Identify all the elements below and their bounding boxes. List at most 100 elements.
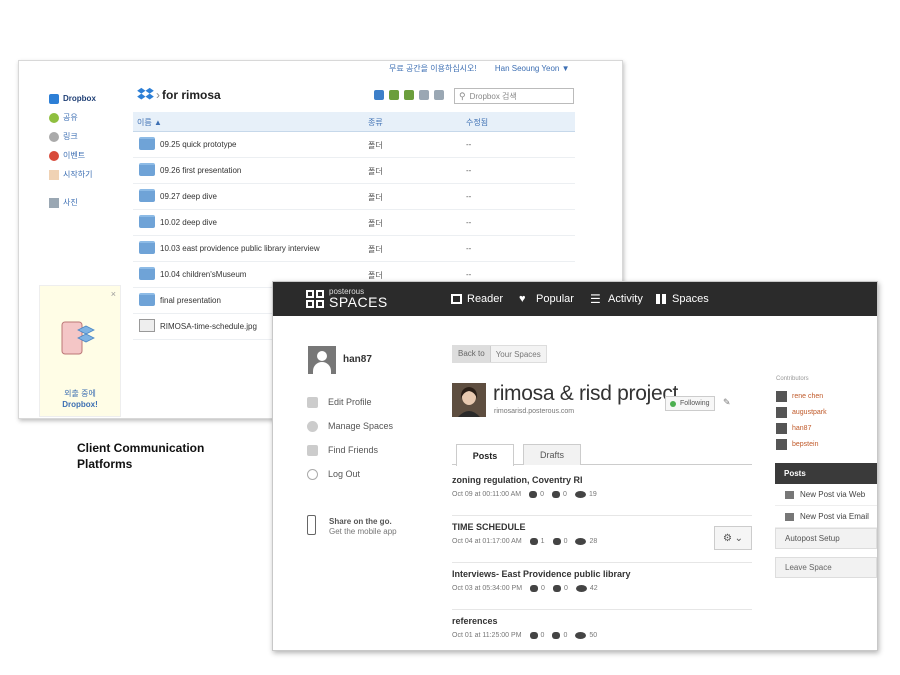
post-title[interactable]: references [452, 616, 498, 626]
edit-profile-link[interactable]: Edit Profile [307, 390, 393, 414]
promo-link[interactable]: 무료 공간을 이용하십시오! [389, 64, 477, 73]
sidebar-item-get-started[interactable]: 시작하기 [49, 165, 139, 184]
table-row[interactable]: 10.03 east providence public library int… [133, 236, 575, 262]
menu-label: Edit Profile [328, 397, 372, 407]
new-post-web-link[interactable]: New Post via Web [775, 484, 877, 506]
table-row[interactable]: 09.27 deep dive 폴더 -- [133, 184, 575, 210]
file-table-header: 이름 ▲ 종류 수정됨 [133, 112, 575, 132]
avatar[interactable] [308, 346, 336, 374]
contributor-item[interactable]: han87 [776, 420, 827, 436]
search-placeholder: Dropbox 검색 [469, 91, 517, 101]
edit-pencil-icon[interactable]: ✎ [723, 397, 731, 408]
leave-space-button[interactable]: Leave Space [775, 557, 877, 578]
list-item[interactable]: TIME SCHEDULE Oct 04 at 01:17:00 AM 1 0 … [452, 516, 752, 563]
list-item[interactable]: references Oct 01 at 11:25:00 PM 0 0 50 [452, 610, 752, 650]
upload-icon[interactable] [374, 90, 384, 100]
post-date: Oct 04 at 01:17:00 AM [452, 538, 522, 545]
eye-icon [575, 585, 587, 592]
tab-posts[interactable]: Posts [456, 444, 514, 466]
nav-reader[interactable]: Reader [451, 293, 503, 305]
table-row[interactable]: 09.26 first presentation 폴더 -- [133, 158, 575, 184]
file-name[interactable]: 10.02 deep dive [160, 218, 217, 227]
contributors-list: rene chen augustpark han87 bepstein [776, 388, 827, 452]
sidebar-item-share[interactable]: 공유 [49, 108, 139, 127]
table-row[interactable]: 09.25 quick prototype 폴더 -- [133, 132, 575, 158]
get-link-icon[interactable] [419, 90, 429, 100]
get-started-icon [49, 169, 59, 180]
comment-count: 0 [541, 585, 545, 592]
column-name[interactable]: 이름 ▲ [137, 117, 162, 128]
avatar [776, 422, 787, 434]
folder-icon [139, 137, 155, 150]
file-name[interactable]: final presentation [160, 296, 221, 305]
deleted-files-icon[interactable] [434, 90, 444, 100]
file-modified: -- [466, 218, 472, 227]
contributor-item[interactable]: rene chen [776, 388, 827, 404]
tab-drafts[interactable]: Drafts [523, 444, 581, 465]
back-target: Your Spaces [495, 349, 541, 359]
contributor-item[interactable]: augustpark [776, 404, 827, 420]
sidebar-item-links[interactable]: 링크 [49, 127, 139, 146]
column-modified[interactable]: 수정됨 [466, 117, 488, 128]
new-post-email-link[interactable]: New Post via Email [775, 506, 877, 528]
post-title[interactable]: zoning regulation, Coventry RI [452, 475, 583, 485]
following-button[interactable]: Following [665, 396, 715, 411]
post-title[interactable]: TIME SCHEDULE [452, 522, 526, 532]
sidebar-item-events[interactable]: 이벤트 [49, 146, 139, 165]
list-item[interactable]: zoning regulation, Coventry RI Oct 09 at… [452, 469, 752, 516]
autopost-setup-button[interactable]: Autopost Setup [775, 528, 877, 549]
menu-label: Log Out [328, 469, 361, 479]
contributors-label: Contributors [776, 376, 809, 382]
file-name[interactable]: 09.27 deep dive [160, 192, 217, 201]
column-kind[interactable]: 종류 [368, 117, 383, 128]
nav-activity[interactable]: ☰ Activity [590, 293, 643, 305]
breadcrumb-current[interactable]: for rimosa [162, 88, 221, 102]
file-name[interactable]: 09.25 quick prototype [160, 140, 237, 149]
nav-popular[interactable]: ♥ Popular [519, 293, 574, 305]
file-name[interactable]: RIMOSA-time-schedule.jpg [160, 322, 257, 331]
heart-icon: ♥ [519, 293, 526, 305]
list-icon: ☰ [590, 292, 601, 306]
folder-icon [139, 189, 155, 202]
avatar [776, 390, 787, 402]
file-name[interactable]: 10.03 east providence public library int… [160, 244, 320, 253]
posts-action-panel: Posts New Post via Web New Post via Emai… [775, 463, 877, 578]
comment-count: 0 [540, 632, 545, 639]
log-out-link[interactable]: Log Out [307, 462, 393, 486]
space-url[interactable]: rimosarisd.posterous.com [494, 408, 574, 415]
sidebar-item-dropbox[interactable]: Dropbox [49, 89, 139, 108]
file-name[interactable]: 09.26 first presentation [160, 166, 241, 175]
close-icon[interactable]: × [111, 289, 116, 299]
dropbox-sidebar: Dropbox 공유 링크 이벤트 시작하기 사진 [49, 89, 139, 212]
file-name[interactable]: 10.04 children'sMuseum [160, 270, 246, 279]
post-settings-button[interactable]: ⚙ ⌄ [714, 526, 752, 550]
back-to-spaces[interactable]: Back to Your Spaces [452, 345, 547, 363]
post-title[interactable]: Interviews- East Providence public libra… [452, 569, 631, 579]
heart-icon [552, 538, 561, 545]
user-menu[interactable]: Han Seoung Yeon ▼ [495, 64, 570, 73]
comment-count: 1 [540, 538, 545, 545]
username[interactable]: han87 [343, 354, 372, 365]
share-folder-icon[interactable] [404, 90, 414, 100]
ad-line-2[interactable]: Dropbox! [40, 400, 120, 409]
brand-logo[interactable]: posterous SPACES [306, 288, 388, 309]
table-row[interactable]: 10.02 deep dive 폴더 -- [133, 210, 575, 236]
manage-spaces-link[interactable]: Manage Spaces [307, 414, 393, 438]
mobile-line-1: Share on the go. [329, 517, 392, 526]
heart-icon [552, 632, 561, 639]
folder-icon [139, 293, 155, 306]
space-avatar [452, 383, 486, 417]
top-nav: posterous SPACES Reader ♥ Popular ☰ Acti… [273, 282, 877, 316]
find-friends-link[interactable]: Find Friends [307, 438, 393, 462]
avatar [776, 406, 787, 418]
gear-icon [307, 420, 318, 432]
nav-spaces[interactable]: Spaces [656, 293, 709, 305]
menu-label: Manage Spaces [328, 421, 394, 431]
photos-icon [49, 197, 59, 208]
dropbox-topbar: 무료 공간을 이용하십시오! Han Seoung Yeon ▼ [389, 63, 570, 74]
contributor-item[interactable]: bepstein [776, 436, 827, 452]
search-input[interactable]: ⚲ Dropbox 검색 [454, 88, 574, 104]
sidebar-item-photos[interactable]: 사진 [49, 193, 139, 212]
new-folder-icon[interactable] [389, 90, 399, 100]
list-item[interactable]: Interviews- East Providence public libra… [452, 563, 752, 610]
